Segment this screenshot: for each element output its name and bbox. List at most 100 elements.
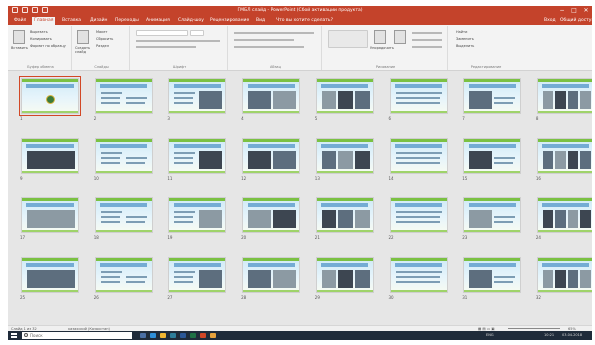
clipboard-group: Вставить Вырезать Копировать Формат по о… <box>10 26 72 70</box>
slide-thumbnail[interactable] <box>94 197 153 233</box>
edge-icon[interactable] <box>150 333 156 338</box>
align-buttons[interactable] <box>234 39 294 41</box>
slide-thumbnail[interactable] <box>389 256 448 293</box>
slide-thumbnail[interactable] <box>94 78 153 114</box>
list-buttons[interactable] <box>234 32 314 34</box>
chrome-icon[interactable] <box>210 333 216 338</box>
task-view-icon[interactable] <box>140 333 146 338</box>
tab-file[interactable]: Файл <box>12 17 28 25</box>
share-button[interactable]: Общий доступ <box>560 17 592 25</box>
minimize-button[interactable]: − <box>556 6 568 16</box>
slide-thumbnail[interactable] <box>536 197 592 233</box>
slide-thumbnail[interactable] <box>21 197 79 233</box>
tab-transitions[interactable]: Переходы <box>113 17 141 25</box>
word-icon[interactable] <box>180 333 186 338</box>
excel-icon[interactable] <box>190 333 196 338</box>
quick-styles-icon[interactable] <box>394 30 406 44</box>
slide-thumbnail[interactable] <box>94 256 153 293</box>
slide-thumbnail[interactable] <box>463 256 522 293</box>
slide-thumbnail[interactable] <box>19 76 81 116</box>
slide-photo <box>273 150 297 169</box>
layout-button[interactable]: Макет <box>96 30 107 34</box>
taskbar-search-box[interactable]: Поиск <box>22 332 132 339</box>
paste-icon[interactable] <box>13 30 25 44</box>
slide-text-line <box>125 216 145 218</box>
tell-me-box[interactable]: Что вы хотите сделать? <box>274 17 335 25</box>
slide-thumbnail[interactable] <box>389 197 448 233</box>
new-slide-icon[interactable] <box>77 30 89 44</box>
cut-button[interactable]: Вырезать <box>30 30 48 34</box>
slide-thumbnail[interactable] <box>94 137 153 174</box>
slide-thumbnail[interactable] <box>21 137 79 174</box>
slide-thumbnail[interactable] <box>242 256 301 293</box>
slide-thumbnail[interactable] <box>536 137 592 174</box>
file-explorer-icon[interactable] <box>160 333 166 338</box>
tab-review[interactable]: Рецензирование <box>208 17 251 25</box>
slide-photo <box>199 150 223 169</box>
select-button[interactable]: Выделить <box>456 44 474 48</box>
font-size-select[interactable] <box>190 30 204 36</box>
slide-photo <box>273 91 297 109</box>
slide-thumbnail[interactable] <box>168 256 227 293</box>
arrange-icon[interactable] <box>374 30 386 44</box>
slide-text-line <box>494 156 514 159</box>
slide-thumbnail[interactable] <box>168 137 227 174</box>
slide-text-line <box>174 92 196 94</box>
format-painter-button[interactable]: Формат по образцу <box>30 44 66 48</box>
shape-fill-button[interactable] <box>412 32 442 34</box>
font-color-buttons[interactable] <box>136 46 196 48</box>
tray-clock[interactable]: 10:21 <box>544 331 554 340</box>
slide-thumbnail[interactable] <box>21 256 79 293</box>
tab-animations[interactable]: Анимация <box>144 17 172 25</box>
tray-language[interactable]: ENG <box>486 331 494 340</box>
powerpoint-icon[interactable] <box>200 333 206 338</box>
shape-outline-button[interactable] <box>412 39 442 41</box>
copy-button[interactable]: Копировать <box>30 37 52 41</box>
slide-thumbnail[interactable] <box>242 137 301 174</box>
slide-thumbnail[interactable] <box>536 256 592 293</box>
slide-text-line <box>100 216 120 218</box>
shapes-gallery[interactable] <box>328 30 368 48</box>
zoom-slider[interactable] <box>508 328 560 329</box>
shape-effects-button[interactable] <box>412 46 442 48</box>
reset-button[interactable]: Сбросить <box>96 37 113 41</box>
slide-thumbnail[interactable] <box>242 78 301 114</box>
font-name-select[interactable] <box>136 30 188 36</box>
slide-thumbnail[interactable] <box>389 137 448 174</box>
sign-in-link[interactable]: Вход <box>544 17 556 25</box>
slide-thumbnail[interactable] <box>463 137 522 174</box>
slide-number: 18 <box>93 235 99 240</box>
restore-button[interactable]: □ <box>568 6 580 16</box>
slide-thumbnail[interactable] <box>536 78 592 114</box>
slide-text-line <box>174 161 194 164</box>
slide-thumbnail[interactable] <box>463 78 522 114</box>
tab-view[interactable]: Вид <box>254 17 267 25</box>
slide-thumbnail[interactable] <box>242 197 301 233</box>
find-button[interactable]: Найти <box>456 30 467 34</box>
section-button[interactable]: Раздел <box>96 44 109 48</box>
tab-insert[interactable]: Вставка <box>60 17 83 25</box>
text-direction-buttons[interactable] <box>234 46 304 48</box>
replace-button[interactable]: Заменить <box>456 37 474 41</box>
tray-date[interactable]: 03.04.2018 <box>562 331 582 340</box>
slide-text-line <box>174 280 194 283</box>
slide-number: 4 <box>241 116 244 121</box>
slide-thumbnail[interactable] <box>168 197 227 233</box>
slide-text-line <box>395 161 440 164</box>
tab-slideshow[interactable]: Слайд-шоу <box>176 17 206 25</box>
slide-number: 20 <box>241 235 247 240</box>
tab-home[interactable]: Главная <box>32 17 56 25</box>
slide-thumbnail[interactable] <box>315 137 374 174</box>
slide-thumbnail[interactable] <box>315 197 374 233</box>
slide-thumbnail[interactable] <box>315 78 374 114</box>
tab-design[interactable]: Дизайн <box>88 17 109 25</box>
slide-thumbnail[interactable] <box>389 78 448 114</box>
slide-thumbnail[interactable] <box>463 197 522 233</box>
font-format-buttons[interactable] <box>136 40 220 42</box>
slide-thumbnail[interactable] <box>315 256 374 293</box>
store-icon[interactable] <box>170 333 176 338</box>
slide-thumbnail[interactable] <box>168 78 227 114</box>
windows-start-icon[interactable] <box>11 333 17 338</box>
close-button[interactable]: ✕ <box>580 6 592 16</box>
slide-text-line <box>100 270 122 273</box>
